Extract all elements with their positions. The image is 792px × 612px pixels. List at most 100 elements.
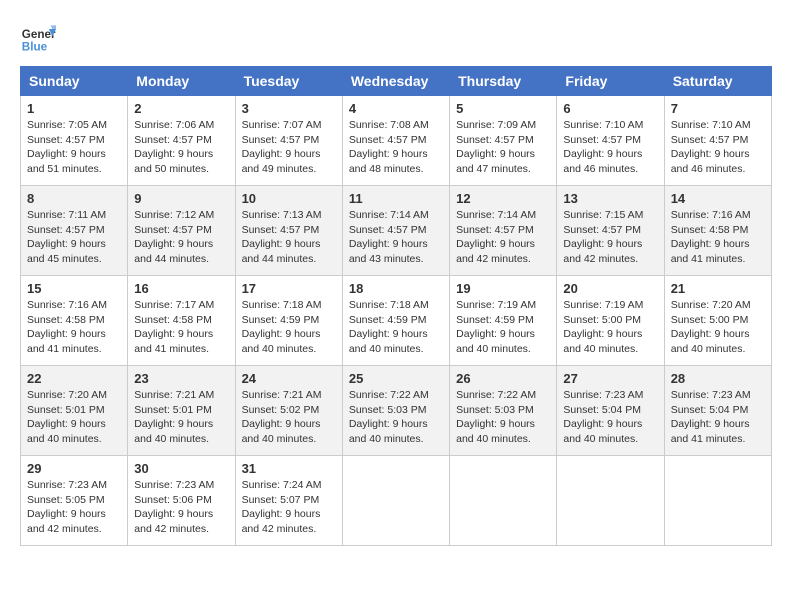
day-cell: 11 Sunrise: 7:14 AM Sunset: 4:57 PM Dayl… (342, 186, 449, 276)
day-info: Sunrise: 7:09 AM Sunset: 4:57 PM Dayligh… (456, 118, 550, 177)
day-cell: 16 Sunrise: 7:17 AM Sunset: 4:58 PM Dayl… (128, 276, 235, 366)
day-number: 23 (134, 371, 228, 386)
day-number: 10 (242, 191, 336, 206)
day-info: Sunrise: 7:07 AM Sunset: 4:57 PM Dayligh… (242, 118, 336, 177)
calendar-table: SundayMondayTuesdayWednesdayThursdayFrid… (20, 66, 772, 546)
day-cell: 8 Sunrise: 7:11 AM Sunset: 4:57 PM Dayli… (21, 186, 128, 276)
day-info: Sunrise: 7:23 AM Sunset: 5:06 PM Dayligh… (134, 478, 228, 537)
day-cell: 20 Sunrise: 7:19 AM Sunset: 5:00 PM Dayl… (557, 276, 664, 366)
day-number: 25 (349, 371, 443, 386)
day-cell: 23 Sunrise: 7:21 AM Sunset: 5:01 PM Dayl… (128, 366, 235, 456)
day-info: Sunrise: 7:11 AM Sunset: 4:57 PM Dayligh… (27, 208, 121, 267)
day-number: 26 (456, 371, 550, 386)
day-number: 29 (27, 461, 121, 476)
day-number: 14 (671, 191, 765, 206)
logo-icon: General Blue (20, 20, 56, 56)
day-cell: 7 Sunrise: 7:10 AM Sunset: 4:57 PM Dayli… (664, 96, 771, 186)
day-cell: 18 Sunrise: 7:18 AM Sunset: 4:59 PM Dayl… (342, 276, 449, 366)
day-number: 20 (563, 281, 657, 296)
day-cell (342, 456, 449, 546)
week-row-2: 8 Sunrise: 7:11 AM Sunset: 4:57 PM Dayli… (21, 186, 772, 276)
day-cell: 29 Sunrise: 7:23 AM Sunset: 5:05 PM Dayl… (21, 456, 128, 546)
day-info: Sunrise: 7:15 AM Sunset: 4:57 PM Dayligh… (563, 208, 657, 267)
day-number: 8 (27, 191, 121, 206)
header-cell-sunday: Sunday (21, 67, 128, 96)
day-cell: 5 Sunrise: 7:09 AM Sunset: 4:57 PM Dayli… (450, 96, 557, 186)
day-cell: 28 Sunrise: 7:23 AM Sunset: 5:04 PM Dayl… (664, 366, 771, 456)
week-row-4: 22 Sunrise: 7:20 AM Sunset: 5:01 PM Dayl… (21, 366, 772, 456)
day-number: 11 (349, 191, 443, 206)
day-info: Sunrise: 7:23 AM Sunset: 5:05 PM Dayligh… (27, 478, 121, 537)
day-cell: 4 Sunrise: 7:08 AM Sunset: 4:57 PM Dayli… (342, 96, 449, 186)
day-cell: 1 Sunrise: 7:05 AM Sunset: 4:57 PM Dayli… (21, 96, 128, 186)
day-info: Sunrise: 7:24 AM Sunset: 5:07 PM Dayligh… (242, 478, 336, 537)
day-cell: 6 Sunrise: 7:10 AM Sunset: 4:57 PM Dayli… (557, 96, 664, 186)
day-info: Sunrise: 7:20 AM Sunset: 5:01 PM Dayligh… (27, 388, 121, 447)
day-cell: 13 Sunrise: 7:15 AM Sunset: 4:57 PM Dayl… (557, 186, 664, 276)
week-row-5: 29 Sunrise: 7:23 AM Sunset: 5:05 PM Dayl… (21, 456, 772, 546)
header-cell-monday: Monday (128, 67, 235, 96)
header-row: SundayMondayTuesdayWednesdayThursdayFrid… (21, 67, 772, 96)
day-cell: 27 Sunrise: 7:23 AM Sunset: 5:04 PM Dayl… (557, 366, 664, 456)
day-cell: 15 Sunrise: 7:16 AM Sunset: 4:58 PM Dayl… (21, 276, 128, 366)
day-number: 3 (242, 101, 336, 116)
day-cell: 9 Sunrise: 7:12 AM Sunset: 4:57 PM Dayli… (128, 186, 235, 276)
day-info: Sunrise: 7:13 AM Sunset: 4:57 PM Dayligh… (242, 208, 336, 267)
day-info: Sunrise: 7:22 AM Sunset: 5:03 PM Dayligh… (456, 388, 550, 447)
day-number: 5 (456, 101, 550, 116)
day-cell: 14 Sunrise: 7:16 AM Sunset: 4:58 PM Dayl… (664, 186, 771, 276)
day-number: 24 (242, 371, 336, 386)
day-cell: 24 Sunrise: 7:21 AM Sunset: 5:02 PM Dayl… (235, 366, 342, 456)
day-cell: 31 Sunrise: 7:24 AM Sunset: 5:07 PM Dayl… (235, 456, 342, 546)
day-number: 4 (349, 101, 443, 116)
day-info: Sunrise: 7:06 AM Sunset: 4:57 PM Dayligh… (134, 118, 228, 177)
day-info: Sunrise: 7:21 AM Sunset: 5:01 PM Dayligh… (134, 388, 228, 447)
svg-text:Blue: Blue (22, 41, 48, 54)
day-cell: 2 Sunrise: 7:06 AM Sunset: 4:57 PM Dayli… (128, 96, 235, 186)
day-number: 13 (563, 191, 657, 206)
day-number: 12 (456, 191, 550, 206)
day-cell: 22 Sunrise: 7:20 AM Sunset: 5:01 PM Dayl… (21, 366, 128, 456)
logo: General Blue (20, 20, 56, 56)
header-cell-thursday: Thursday (450, 67, 557, 96)
header-cell-saturday: Saturday (664, 67, 771, 96)
day-number: 9 (134, 191, 228, 206)
day-info: Sunrise: 7:18 AM Sunset: 4:59 PM Dayligh… (349, 298, 443, 357)
day-info: Sunrise: 7:20 AM Sunset: 5:00 PM Dayligh… (671, 298, 765, 357)
day-number: 15 (27, 281, 121, 296)
day-cell: 21 Sunrise: 7:20 AM Sunset: 5:00 PM Dayl… (664, 276, 771, 366)
day-cell (450, 456, 557, 546)
day-number: 18 (349, 281, 443, 296)
day-cell: 17 Sunrise: 7:18 AM Sunset: 4:59 PM Dayl… (235, 276, 342, 366)
day-cell: 10 Sunrise: 7:13 AM Sunset: 4:57 PM Dayl… (235, 186, 342, 276)
day-info: Sunrise: 7:19 AM Sunset: 5:00 PM Dayligh… (563, 298, 657, 357)
day-cell: 12 Sunrise: 7:14 AM Sunset: 4:57 PM Dayl… (450, 186, 557, 276)
day-info: Sunrise: 7:14 AM Sunset: 4:57 PM Dayligh… (349, 208, 443, 267)
day-number: 28 (671, 371, 765, 386)
day-number: 7 (671, 101, 765, 116)
day-info: Sunrise: 7:22 AM Sunset: 5:03 PM Dayligh… (349, 388, 443, 447)
day-number: 27 (563, 371, 657, 386)
day-info: Sunrise: 7:16 AM Sunset: 4:58 PM Dayligh… (27, 298, 121, 357)
day-info: Sunrise: 7:10 AM Sunset: 4:57 PM Dayligh… (671, 118, 765, 177)
day-cell (664, 456, 771, 546)
day-number: 16 (134, 281, 228, 296)
day-info: Sunrise: 7:21 AM Sunset: 5:02 PM Dayligh… (242, 388, 336, 447)
day-cell: 3 Sunrise: 7:07 AM Sunset: 4:57 PM Dayli… (235, 96, 342, 186)
day-cell: 19 Sunrise: 7:19 AM Sunset: 4:59 PM Dayl… (450, 276, 557, 366)
day-info: Sunrise: 7:17 AM Sunset: 4:58 PM Dayligh… (134, 298, 228, 357)
week-row-3: 15 Sunrise: 7:16 AM Sunset: 4:58 PM Dayl… (21, 276, 772, 366)
day-cell: 25 Sunrise: 7:22 AM Sunset: 5:03 PM Dayl… (342, 366, 449, 456)
day-cell (557, 456, 664, 546)
day-info: Sunrise: 7:23 AM Sunset: 5:04 PM Dayligh… (671, 388, 765, 447)
day-number: 31 (242, 461, 336, 476)
day-number: 22 (27, 371, 121, 386)
day-info: Sunrise: 7:08 AM Sunset: 4:57 PM Dayligh… (349, 118, 443, 177)
day-info: Sunrise: 7:16 AM Sunset: 4:58 PM Dayligh… (671, 208, 765, 267)
day-number: 19 (456, 281, 550, 296)
day-info: Sunrise: 7:23 AM Sunset: 5:04 PM Dayligh… (563, 388, 657, 447)
day-cell: 26 Sunrise: 7:22 AM Sunset: 5:03 PM Dayl… (450, 366, 557, 456)
header-cell-wednesday: Wednesday (342, 67, 449, 96)
day-info: Sunrise: 7:10 AM Sunset: 4:57 PM Dayligh… (563, 118, 657, 177)
day-number: 1 (27, 101, 121, 116)
